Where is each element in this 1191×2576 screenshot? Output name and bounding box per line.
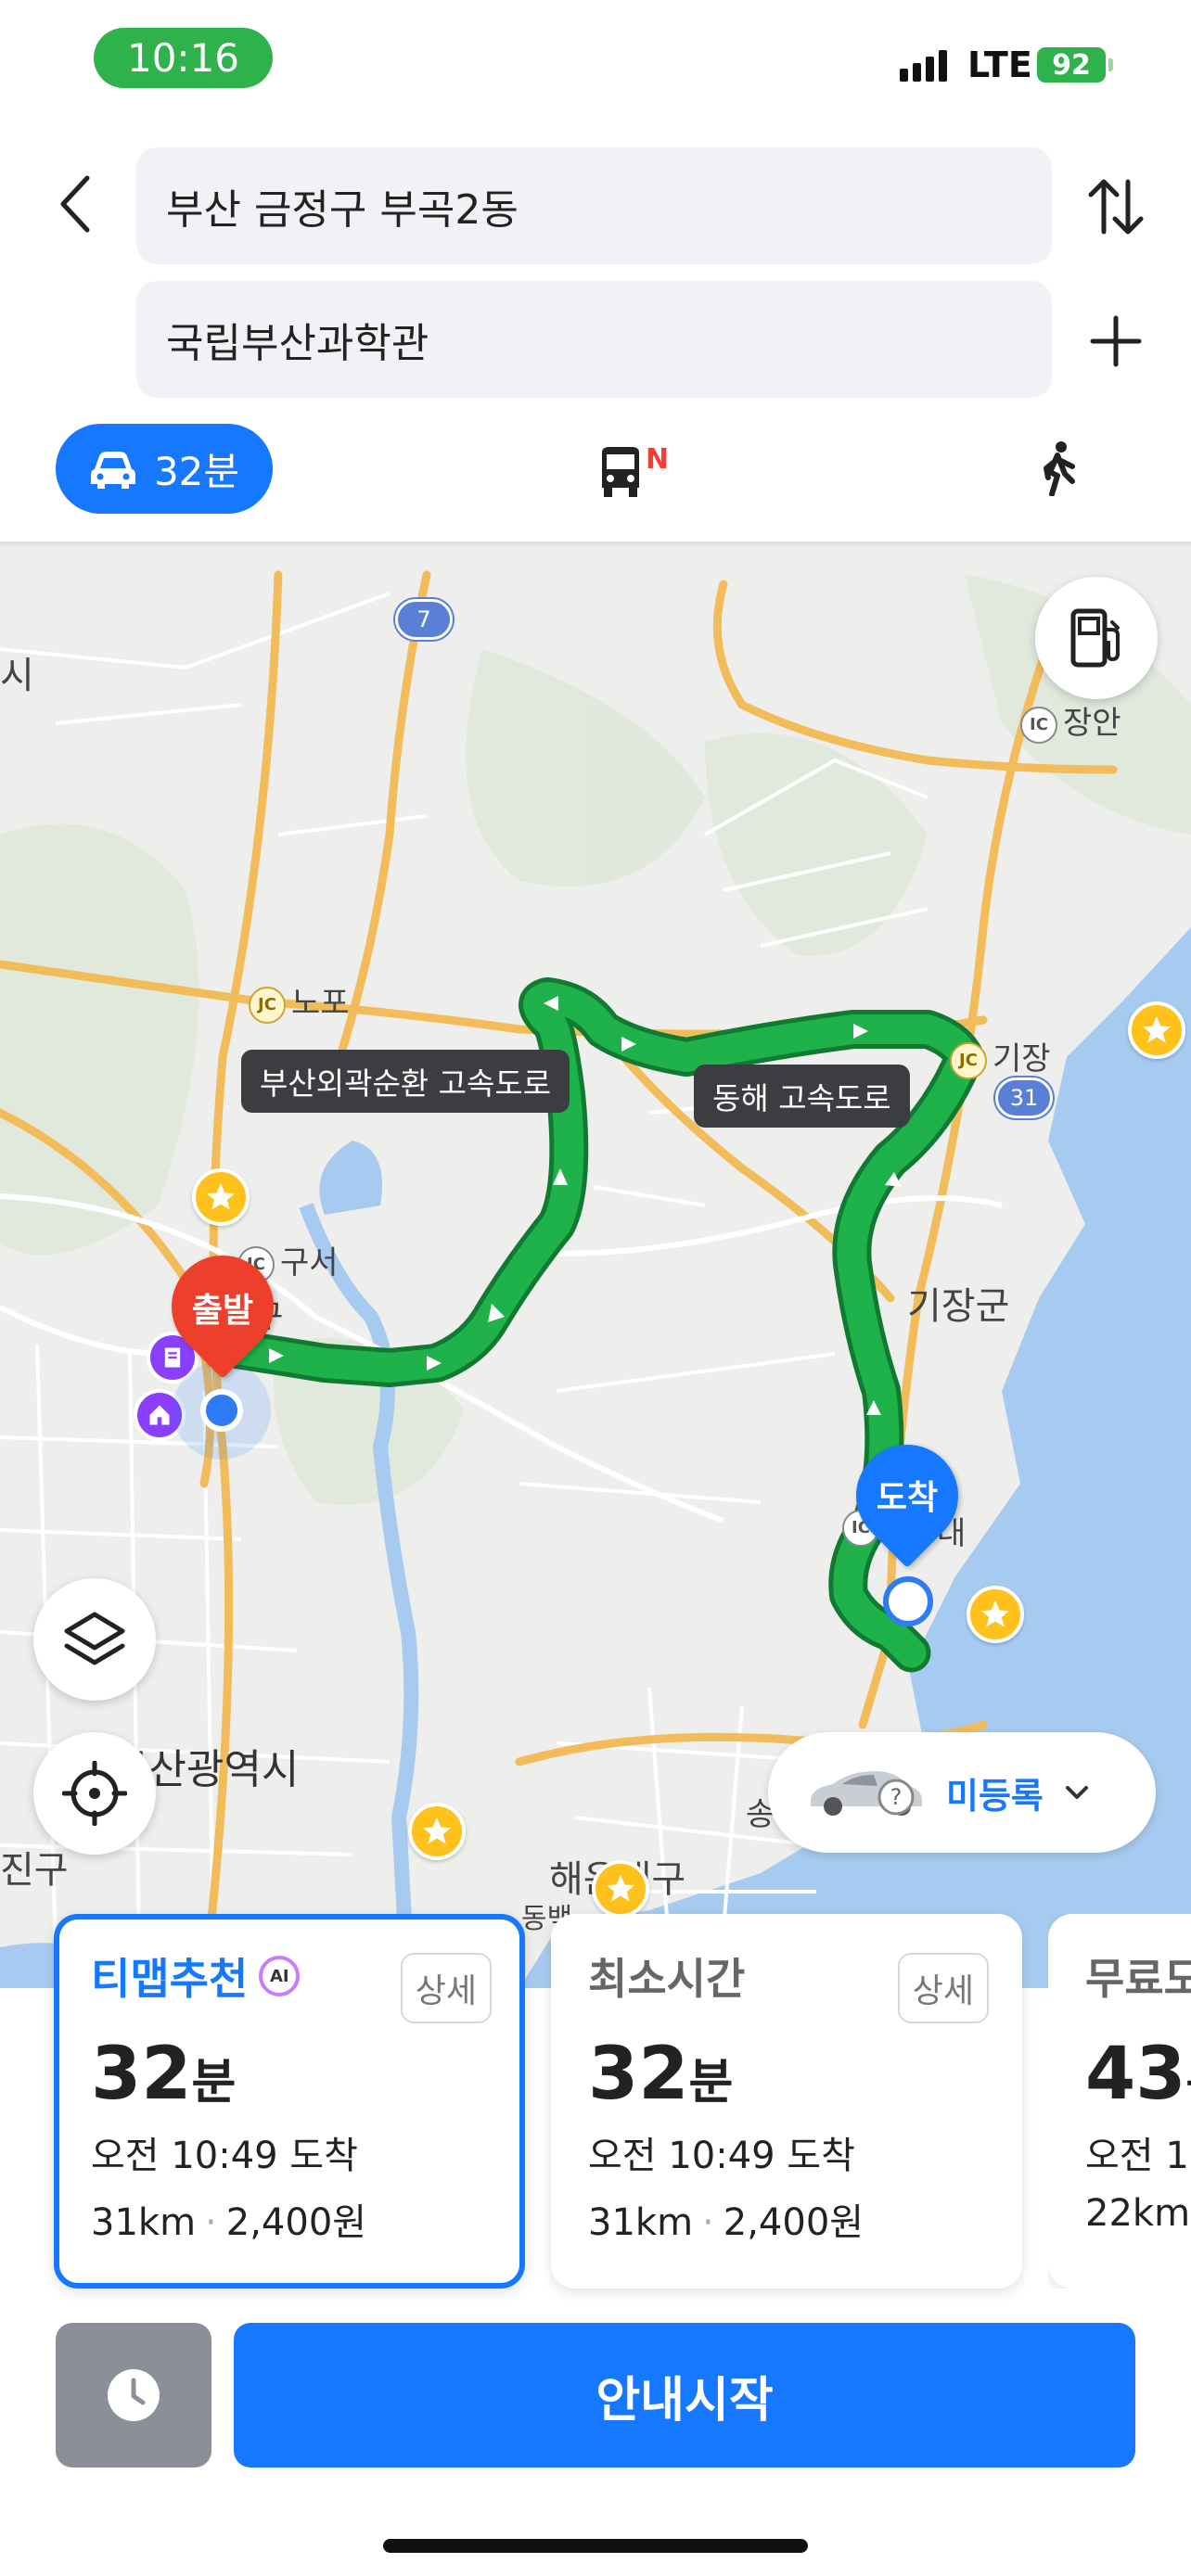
route-duration: 32분 xyxy=(91,2033,237,2116)
favorite-star-icon[interactable] xyxy=(592,1860,649,1918)
favorite-star-icon[interactable] xyxy=(1128,1001,1185,1059)
route-arrival: 오전 10:49 도착 xyxy=(588,2135,855,2177)
clock-icon xyxy=(108,2369,160,2421)
chevron-left-icon xyxy=(60,175,90,233)
vehicle-status: 미등록 xyxy=(946,1775,1044,1817)
plus-icon xyxy=(1090,315,1142,367)
network-type: LTE xyxy=(967,45,1032,85)
gas-station-button[interactable] xyxy=(1035,577,1158,699)
walking-icon xyxy=(1044,441,1075,497)
layers-button[interactable] xyxy=(33,1578,156,1701)
add-waypoint-button[interactable] xyxy=(1085,311,1146,372)
route-detail-button[interactable]: 상세 xyxy=(400,1953,492,2023)
new-badge: N xyxy=(646,443,670,476)
place-janan: IC 장안 xyxy=(1020,697,1121,744)
route-meta: 22km xyxy=(1085,2192,1191,2235)
home-indicator[interactable] xyxy=(383,2539,808,2553)
battery-icon: 92 xyxy=(1037,47,1113,83)
route-meta: 31km · 2,400원 xyxy=(588,2201,864,2244)
destination-dot xyxy=(883,1576,933,1626)
route-shield-31: 31 xyxy=(995,1078,1053,1118)
car-duration: 32분 xyxy=(153,449,240,494)
route-meta: 31km · 2,400원 xyxy=(91,2201,367,2244)
crosshair-icon xyxy=(62,1761,127,1826)
place-gijang: JC 기장 xyxy=(950,1033,1051,1079)
swap-arrows-icon xyxy=(1088,179,1144,235)
route-card-free[interactable]: 무료도로 43분 오전 11:00 도착 22km xyxy=(1048,1914,1191,2289)
route-shield-7: 7 xyxy=(395,599,453,640)
place-nopo: JC 노포 xyxy=(249,977,350,1024)
tab-car[interactable]: 32분 xyxy=(56,424,273,514)
route-detail-button[interactable]: 상세 xyxy=(897,1953,989,2023)
svg-text:?: ? xyxy=(890,1784,903,1810)
back-button[interactable] xyxy=(46,167,102,241)
place-label: 시 xyxy=(0,655,34,697)
favorite-star-icon[interactable] xyxy=(408,1803,466,1860)
route-arrival: 오전 11:00 도착 xyxy=(1085,2135,1191,2177)
map-top-shadow xyxy=(0,542,1191,547)
destination-input[interactable]: 국립부산과학관 xyxy=(136,281,1052,398)
route-card-fastest[interactable]: 최소시간 상세 32분 오전 10:49 도착 31km · 2,400원 xyxy=(551,1914,1022,2289)
swap-button[interactable] xyxy=(1085,174,1146,239)
favorite-star-icon[interactable] xyxy=(192,1168,250,1226)
tab-walk[interactable] xyxy=(1037,440,1093,505)
departure-time-button[interactable] xyxy=(56,2323,211,2468)
origin-input[interactable]: 부산 금정구 부곡2동 xyxy=(136,147,1052,264)
car-silhouette-icon: ? xyxy=(811,1771,922,1816)
ai-icon: AI xyxy=(259,1956,301,1996)
place-jingu: 진구 xyxy=(0,1849,69,1892)
start-pin-label: 출발 xyxy=(191,1292,254,1330)
start-navigation-button[interactable]: 안내시작 xyxy=(234,2323,1135,2468)
current-location-dot xyxy=(200,1389,243,1432)
bus-icon xyxy=(602,447,639,497)
route-arrival: 오전 10:49 도착 xyxy=(91,2135,358,2177)
vehicle-select-button[interactable]: ? 미등록 xyxy=(768,1732,1156,1853)
chevron-down-icon xyxy=(1065,1786,1088,1799)
status-time: 10:16 xyxy=(94,28,273,88)
route-card-title: 무료도로 xyxy=(1085,1954,1191,2004)
car-icon xyxy=(90,451,135,489)
route-duration: 32분 xyxy=(588,2033,734,2116)
road-label-donghae: 동해 고속도로 xyxy=(694,1065,910,1128)
route-duration: 43분 xyxy=(1085,2033,1191,2116)
fuel-icon xyxy=(1070,608,1120,668)
destination-pin-label: 도착 xyxy=(876,1479,939,1517)
road-label-outer-ring: 부산외곽순환 고속도로 xyxy=(241,1050,570,1113)
route-card-clip: 무료도로 43분 오전 11:00 도착 22km xyxy=(1048,1914,1191,2289)
favorite-star-icon[interactable] xyxy=(967,1586,1024,1643)
route-card-recommended[interactable]: 티맵추천 AI 상세 32분 오전 10:49 도착 31km · 2,400원 xyxy=(54,1914,525,2289)
layers-icon xyxy=(64,1612,125,1665)
my-location-button[interactable] xyxy=(33,1732,156,1855)
place-gijang-gun: 기장군 xyxy=(907,1285,1010,1328)
signal-icon xyxy=(900,48,947,82)
